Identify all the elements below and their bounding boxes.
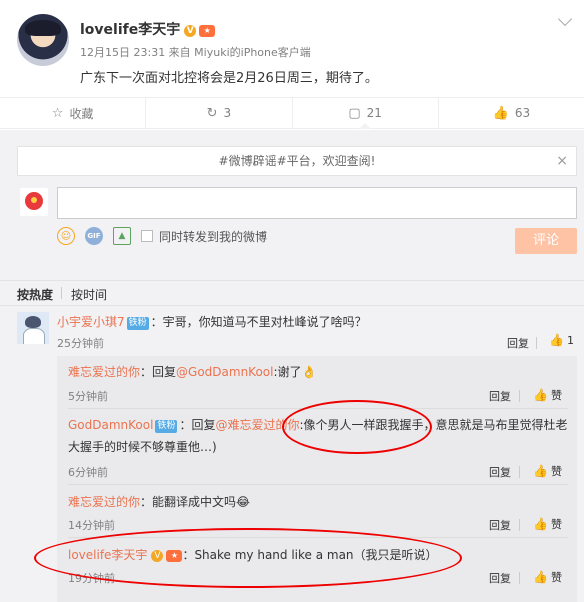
notice-text[interactable]: #微博辟谣#平台，欢迎查阅! xyxy=(219,154,376,168)
close-icon[interactable]: × xyxy=(556,147,568,175)
reply-time: 5分钟前 xyxy=(68,390,108,403)
reply-like-label: 赞 xyxy=(550,465,562,478)
action-divider xyxy=(536,337,537,349)
action-divider xyxy=(519,466,520,478)
reply-button[interactable]: 回复 xyxy=(489,570,511,586)
post-meta: 12月15日 23:31 来自 Miyuki的iPhone客户端 xyxy=(80,46,311,59)
thumbs-up-icon: 👍 xyxy=(492,105,509,121)
action-divider xyxy=(519,519,520,531)
emoji: 😂 xyxy=(236,495,251,509)
reply-text: 难忘爱过的你：能翻译成中文吗😂 xyxy=(68,491,250,513)
main-comment-text: 小宇爱小琪7 铁粉 ：宇哥，你知道马不里对杜峰说了啥吗？ xyxy=(57,313,367,330)
main-comment-time: 25分钟前 xyxy=(57,337,104,350)
image-icon[interactable]: ▲ xyxy=(113,227,131,245)
comment-button[interactable]: ▢ 21 xyxy=(293,98,439,129)
reply-user[interactable]: 难忘爱过的你 xyxy=(68,495,140,509)
reply-time: 6分钟前 xyxy=(68,466,108,479)
reply-like-button[interactable]: 👍 赞 xyxy=(533,387,562,403)
main-like-count: 1 xyxy=(566,333,574,347)
reply-button[interactable]: 回复 xyxy=(489,464,511,480)
chevron-down-icon[interactable] xyxy=(557,11,573,27)
reply-like-button[interactable]: 👍 赞 xyxy=(533,516,562,532)
author-avatar[interactable] xyxy=(17,14,69,66)
reply-like-button[interactable]: 👍 赞 xyxy=(533,463,562,479)
verified-icon: V xyxy=(184,25,197,37)
my-avatar xyxy=(20,188,48,216)
submit-comment-button[interactable]: 评论 xyxy=(515,228,577,254)
reply-like-label: 赞 xyxy=(550,389,562,402)
gif-icon[interactable]: GIF xyxy=(85,227,103,245)
sort-bar: 按热度 按时间 xyxy=(0,280,584,306)
sort-by-time[interactable]: 按时间 xyxy=(71,286,107,303)
reply-like-label: 赞 xyxy=(550,571,562,584)
star-icon: ☆ xyxy=(51,105,64,121)
reply-like-button[interactable]: 👍 赞 xyxy=(533,569,562,585)
like-count: 63 xyxy=(514,106,531,120)
commenter-name[interactable]: 小宇爱小琪7 xyxy=(57,315,125,329)
emoji: 👌 xyxy=(301,365,317,379)
reply-body: ：能翻译成中文吗 xyxy=(140,495,237,509)
main-comment-body: ：宇哥，你知道马不里对杜峰说了啥吗？ xyxy=(150,315,367,329)
comment-count: 21 xyxy=(366,106,382,120)
mention-link[interactable]: @GodDamnKool xyxy=(176,365,273,379)
action-divider xyxy=(519,390,520,402)
reply-prefix: ：回复 xyxy=(140,365,177,379)
level-badge-icon: ★ xyxy=(199,25,216,37)
reply-user[interactable]: 难忘爱过的你 xyxy=(68,365,140,379)
collect-button[interactable]: ☆ 收藏 xyxy=(0,98,147,128)
emoji-icon[interactable]: ☺ xyxy=(57,227,75,245)
action-bar: ☆ 收藏 ↻ 3 ▢ 21 👍 63 xyxy=(0,97,584,129)
reply-text: 难忘爱过的你：回复@GodDamnKool:谢了👌 xyxy=(68,361,316,383)
author-name-text[interactable]: lovelife李天宇 xyxy=(80,22,180,38)
reply-prefix: ：回复 xyxy=(179,418,216,432)
action-divider xyxy=(519,572,520,584)
post-header: lovelife李天宇 V ★ 12月15日 23:31 来自 Miyuki的iPh… xyxy=(0,0,584,96)
repost-count: 3 xyxy=(223,106,232,120)
reply-user[interactable]: GodDamnKool xyxy=(68,418,153,432)
repost-icon: ↻ xyxy=(206,105,218,121)
thumbs-up-icon: 👍 xyxy=(533,570,548,584)
reply-time: 14分钟前 xyxy=(68,519,115,532)
reply-body: :谢了 xyxy=(273,365,302,379)
highlight-circle xyxy=(282,400,432,454)
author-name[interactable]: lovelife李天宇 V ★ xyxy=(80,19,216,39)
repost-checkbox[interactable] xyxy=(141,230,153,242)
repost-button[interactable]: ↻ 3 xyxy=(146,98,293,128)
thumbs-up-icon: 👍 xyxy=(533,464,548,478)
sort-divider xyxy=(61,287,62,299)
like-button[interactable]: 👍 63 xyxy=(439,98,584,128)
fan-badge: 铁粉 xyxy=(155,420,178,433)
thumbs-up-icon: 👍 xyxy=(533,388,548,402)
collect-label: 收藏 xyxy=(69,106,94,121)
notice-banner[interactable]: #微博辟谣#平台，欢迎查阅! × xyxy=(17,146,577,176)
comment-input[interactable] xyxy=(57,187,577,219)
reply-like-label: 赞 xyxy=(550,518,562,531)
thumbs-up-icon: 👍 xyxy=(549,333,564,347)
fan-badge: 铁粉 xyxy=(126,317,149,330)
reply-button[interactable]: 回复 xyxy=(489,388,511,404)
comment-icon: ▢ xyxy=(348,105,361,121)
post-text: 广东下一次面对北控将会是2月26日周三，期待了。 xyxy=(80,71,378,86)
thumbs-up-icon: 👍 xyxy=(533,517,548,531)
repost-checkbox-label: 同时转发到我的微博 xyxy=(159,229,268,244)
highlight-circle xyxy=(34,528,462,588)
main-reply-button[interactable]: 回复 xyxy=(507,335,529,351)
reply-divider xyxy=(68,484,568,485)
composer-tools: ☺ GIF ▲ 同时转发到我的微博 xyxy=(57,226,267,246)
reply-button[interactable]: 回复 xyxy=(489,517,511,533)
main-like-button[interactable]: 👍 1 xyxy=(549,333,574,347)
sort-by-hot[interactable]: 按热度 xyxy=(17,286,53,303)
commenter-avatar[interactable] xyxy=(17,312,49,344)
